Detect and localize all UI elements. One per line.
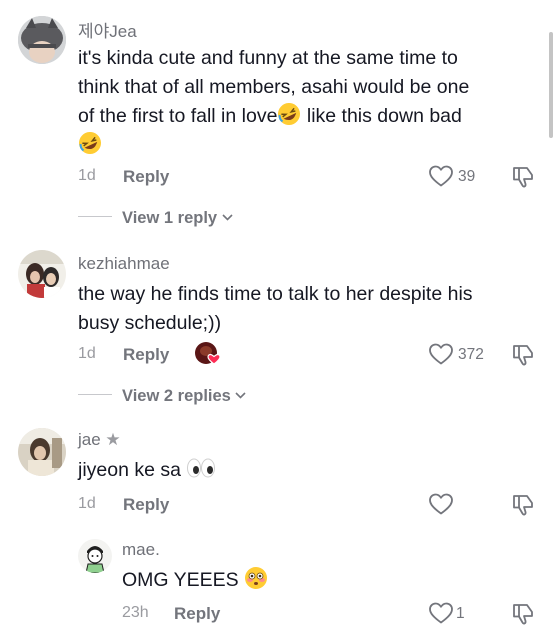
reply-button[interactable]: Reply — [123, 495, 169, 515]
comment-text-line: think that of all members, asahi would b… — [78, 76, 470, 98]
comment-item: 제야Jea it's kinda cute and funny at the s… — [0, 0, 557, 230]
avatar[interactable] — [18, 428, 66, 476]
comment-timestamp: 1d — [78, 495, 96, 512]
comment-text: it's kinda cute and funny at the same ti… — [78, 44, 538, 160]
replies-divider-line — [78, 394, 112, 395]
thumbs-down-outline-icon[interactable] — [510, 601, 536, 627]
view-replies-button[interactable]: View 2 replies — [122, 385, 247, 406]
comment-username[interactable]: kezhiahmae — [78, 254, 170, 274]
comment-text: the way he finds time to talk to her des… — [78, 280, 538, 338]
heart-outline-icon[interactable] — [428, 601, 454, 625]
rolling-on-floor-laughing-emoji — [277, 102, 301, 126]
heart-outline-icon[interactable] — [428, 492, 454, 516]
thumbs-down-outline-icon[interactable] — [510, 342, 536, 368]
like-count: 1 — [456, 605, 465, 622]
comment-text-line: of the first to fall in love like this d… — [78, 102, 538, 131]
comment-item: jae ★ jiyeon ke sa 1d Reply — [0, 418, 557, 528]
thumbs-down-outline-icon[interactable] — [510, 492, 536, 518]
replies-divider-line — [78, 216, 112, 217]
comment-timestamp: 1d — [78, 345, 96, 362]
comment-text: jiyeon ke sa — [78, 456, 538, 485]
avatar[interactable] — [78, 539, 112, 573]
comment-username[interactable]: jae ★ — [78, 430, 121, 450]
view-replies-button[interactable]: View 1 reply — [122, 207, 233, 228]
star-badge-icon: ★ — [105, 430, 121, 449]
comment-timestamp: 1d — [78, 167, 96, 184]
reply-button[interactable]: Reply — [123, 345, 169, 365]
comment-username[interactable]: 제야Jea — [78, 17, 137, 42]
reply-item: mae. OMG YEEES 23h Reply 1 — [0, 535, 557, 635]
thumbs-down-outline-icon[interactable] — [510, 164, 536, 190]
comment-text-line — [78, 131, 538, 160]
reply-username[interactable]: mae. — [122, 540, 160, 560]
reply-text: OMG YEEES — [122, 566, 522, 595]
reply-timestamp: 23h — [122, 604, 149, 621]
comment-text-line: the way he finds time to talk to her des… — [78, 283, 473, 305]
flushed-face-emoji — [244, 566, 268, 590]
comment-text-line: it's kinda cute and funny at the same ti… — [78, 47, 458, 69]
rolling-on-floor-laughing-emoji — [78, 131, 102, 155]
avatar[interactable] — [18, 16, 66, 64]
heart-outline-icon[interactable] — [428, 342, 454, 366]
comment-text-line: busy schedule;)) — [78, 312, 222, 334]
eyes-emoji — [186, 456, 216, 480]
comment-item: kezhiahmae the way he finds time to talk… — [0, 240, 557, 410]
avatar[interactable] — [18, 250, 66, 298]
chevron-down-icon — [235, 385, 247, 404]
like-count: 39 — [458, 168, 476, 185]
reply-button[interactable]: Reply — [123, 167, 169, 187]
creator-liked-badge — [194, 341, 222, 367]
reply-button[interactable]: Reply — [174, 604, 220, 624]
like-count: 372 — [458, 346, 484, 363]
heart-outline-icon[interactable] — [428, 164, 454, 188]
chevron-down-icon — [222, 207, 233, 226]
